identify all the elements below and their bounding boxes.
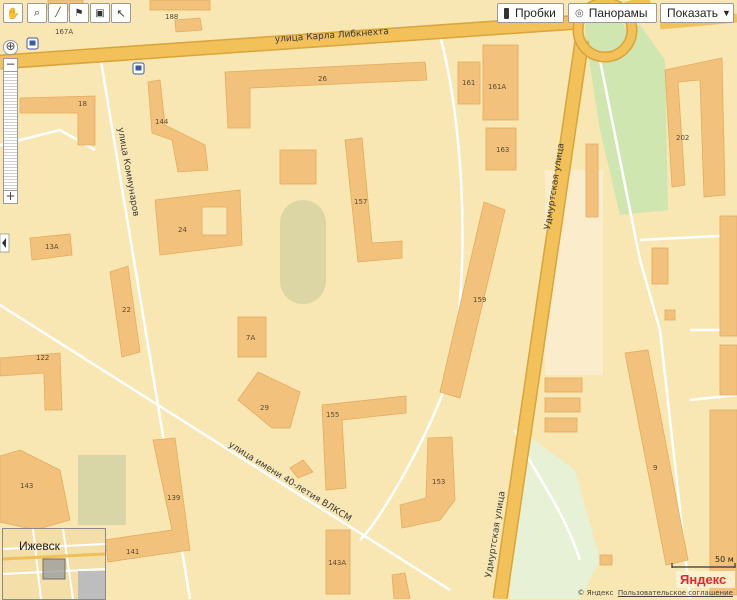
building-label: 29 <box>260 404 269 412</box>
copyright-text: © Яндекс <box>577 589 614 597</box>
minimap-city-label: Ижевск <box>19 539 60 553</box>
zoom-area-icon: ⌕ <box>33 6 41 19</box>
sports-ground <box>78 455 126 525</box>
yandex-logo-text: Яндекс <box>680 572 726 587</box>
yandex-logo: Яндекс <box>676 571 735 588</box>
building-label: 161 <box>462 79 475 87</box>
cursor-tool-button[interactable]: ↖ <box>111 3 131 23</box>
ruler-icon: ╱ <box>55 8 61 18</box>
scale-label: 50 м <box>715 555 734 564</box>
zoom-in-button[interactable]: + <box>3 190 18 204</box>
building-label: 139 <box>167 494 180 502</box>
building-label: 157 <box>354 198 367 206</box>
building-label: 24 <box>178 226 187 234</box>
building-label: 143 <box>20 482 33 490</box>
minimap[interactable]: Ижевск <box>2 528 106 600</box>
panorama-icon: ◎ <box>575 7 584 19</box>
panoramas-button-label: Панорамы <box>588 6 648 20</box>
building-label: 188 <box>165 13 178 21</box>
ruler-tool-button[interactable]: ╱ <box>48 3 68 23</box>
map-toolbar: ✋ ⌕ ╱ ⚑ ▣ ↖ <box>3 3 131 23</box>
route-icon: ⚑ <box>74 7 84 19</box>
zoom-area-tool-button[interactable]: ⌕ <box>27 3 47 23</box>
stadium-field <box>280 200 326 304</box>
show-button-label: Показать <box>667 6 719 20</box>
zoom-control: ⊕ − + <box>3 40 18 204</box>
minimap-viewport <box>42 558 66 580</box>
building-label: 144 <box>155 118 169 126</box>
pan-control-icon[interactable]: ⊕ <box>3 40 18 55</box>
building-label: 161А <box>488 83 506 91</box>
traffic-light-icon <box>504 7 509 19</box>
building-label: 163 <box>496 146 509 154</box>
building-label: 141 <box>126 548 139 556</box>
bus-stop-icon[interactable] <box>26 37 39 50</box>
building-label: 22 <box>122 306 131 314</box>
bus-stop-icon[interactable] <box>132 62 145 75</box>
route-tool-button[interactable]: ⚑ <box>69 3 89 23</box>
map-canvas[interactable]: 188 167А 26 161 161А 18 144 163 202 157 … <box>0 0 737 599</box>
cursor-icon: ↖ <box>116 6 126 20</box>
zoom-slider-track[interactable] <box>3 72 18 190</box>
building-label: 155 <box>326 411 339 419</box>
traffic-button[interactable]: Пробки <box>497 3 564 23</box>
building-label: 122 <box>36 354 49 362</box>
layers-tool-button[interactable]: ▣ <box>90 3 110 23</box>
building-label: 202 <box>676 134 689 142</box>
building-label: 159 <box>473 296 486 304</box>
show-dropdown-button[interactable]: Показать ▼ <box>660 3 734 23</box>
building-label: 7А <box>246 334 255 342</box>
left-panel-toggle-icon[interactable] <box>0 233 10 253</box>
building-label: 167А <box>55 28 73 36</box>
copyright: © Яндекс Пользовательское соглашение <box>577 589 733 597</box>
user-agreement-link[interactable]: Пользовательское соглашение <box>618 589 733 597</box>
traffic-button-label: Пробки <box>515 6 556 20</box>
chevron-down-icon: ▼ <box>722 8 731 18</box>
drag-tool-button[interactable]: ✋ <box>3 3 23 23</box>
building-label: 18 <box>78 100 87 108</box>
panoramas-button[interactable]: ◎ Панорамы <box>568 3 657 23</box>
building-label: 143А <box>328 559 346 567</box>
drag-icon: ✋ <box>6 6 20 20</box>
layers-icon: ▣ <box>95 7 105 19</box>
zoom-out-button[interactable]: − <box>3 58 18 72</box>
building-label: 153 <box>432 478 445 486</box>
building-label: 9 <box>653 464 657 472</box>
building-label: 13А <box>45 243 59 251</box>
building-label: 26 <box>318 75 327 83</box>
